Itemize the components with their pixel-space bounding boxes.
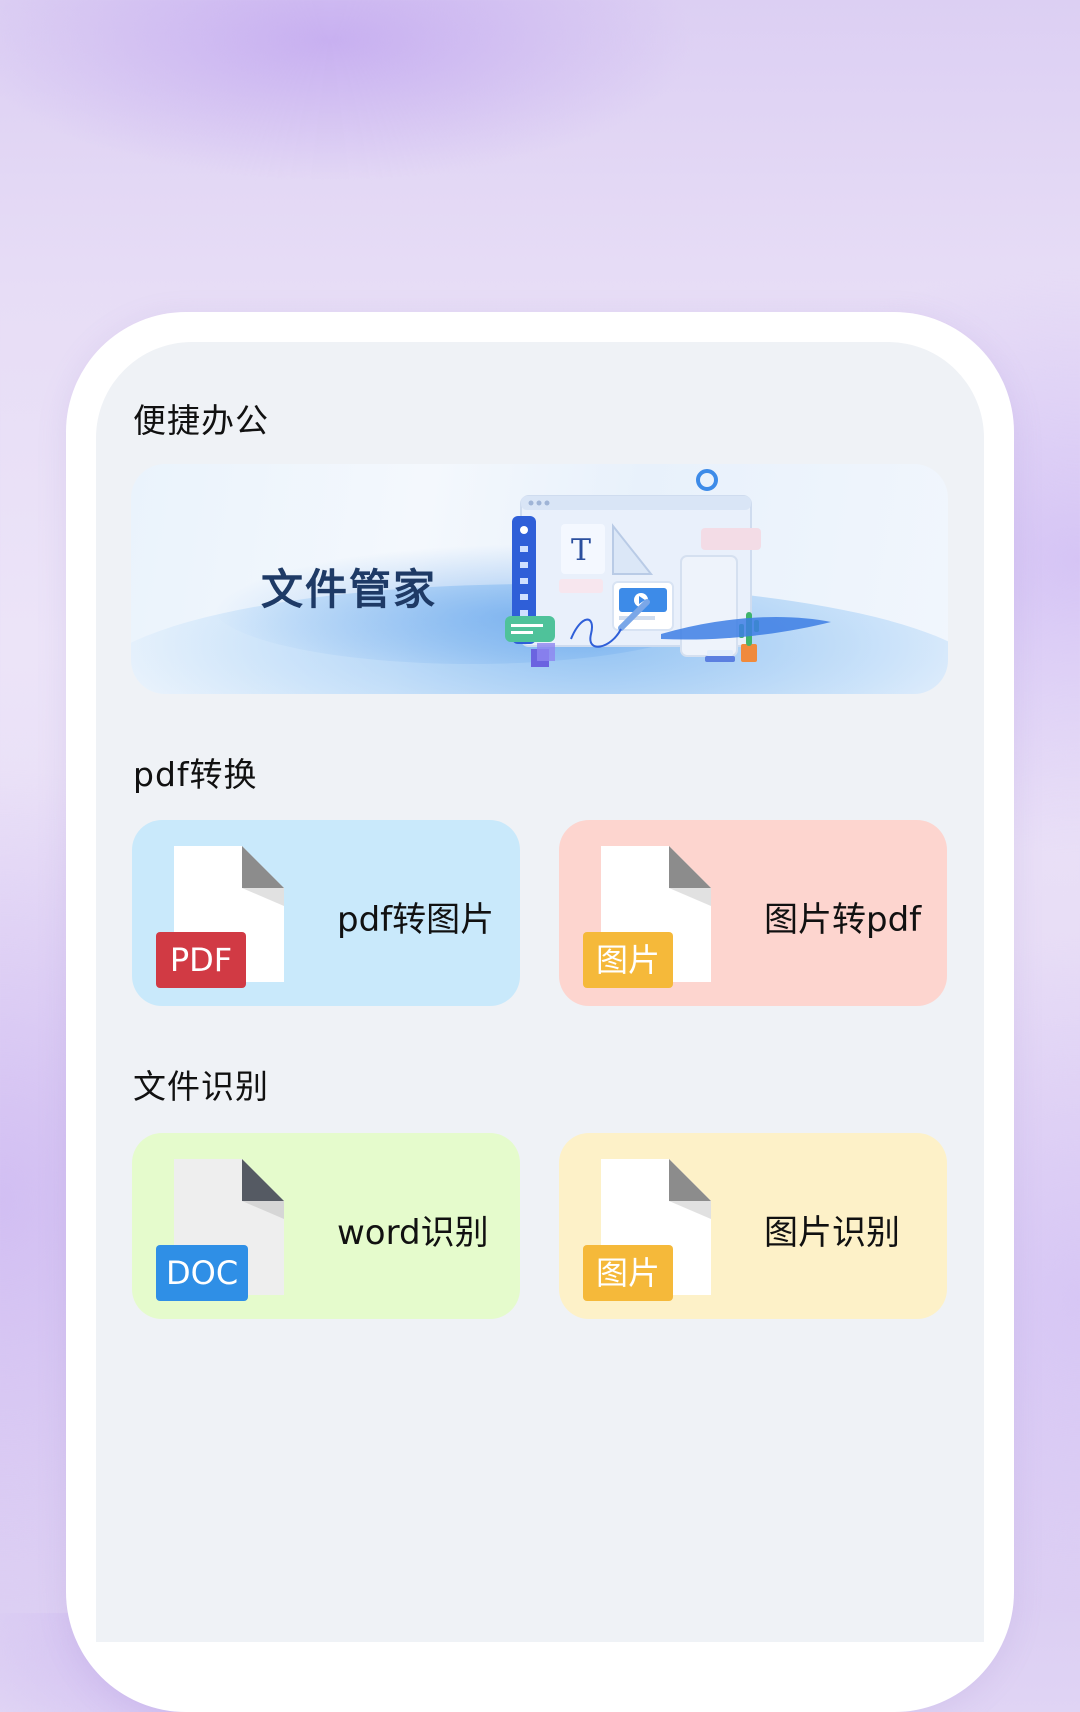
image-recognition-label: 图片识别 bbox=[764, 1213, 900, 1253]
image-to-pdf-card[interactable]: 图片 图片转pdf bbox=[559, 820, 947, 1006]
image-file-icon: 图片 bbox=[583, 846, 711, 988]
section-title-recognize: 文件识别 bbox=[133, 1067, 269, 1106]
image-badge: 图片 bbox=[583, 932, 673, 988]
svg-text:T: T bbox=[571, 533, 591, 568]
image-badge: 图片 bbox=[583, 1245, 673, 1301]
section-title-office: 便捷办公 bbox=[133, 401, 269, 440]
image-recognition-card[interactable]: 图片 图片识别 bbox=[559, 1133, 947, 1319]
pdf-to-image-card[interactable]: PDF pdf转图片 bbox=[132, 820, 520, 1006]
doc-file-icon: DOC bbox=[156, 1159, 284, 1301]
image-to-pdf-label: 图片转pdf bbox=[764, 900, 922, 940]
image-file-icon: 图片 bbox=[583, 1159, 711, 1301]
pdf-badge: PDF bbox=[156, 932, 246, 988]
section-title-pdf: pdf转换 bbox=[133, 755, 258, 794]
pdf-file-icon: PDF bbox=[156, 846, 284, 988]
file-manager-banner[interactable]: 文件管家 T bbox=[131, 464, 948, 694]
word-recognition-card[interactable]: DOC word识别 bbox=[132, 1133, 520, 1319]
banner-title: 文件管家 bbox=[261, 565, 438, 614]
doc-badge: DOC bbox=[156, 1245, 249, 1301]
document-editor-illustration-icon: T bbox=[505, 469, 831, 667]
pdf-to-image-label: pdf转图片 bbox=[337, 900, 495, 940]
word-recognition-label: word识别 bbox=[337, 1213, 489, 1253]
